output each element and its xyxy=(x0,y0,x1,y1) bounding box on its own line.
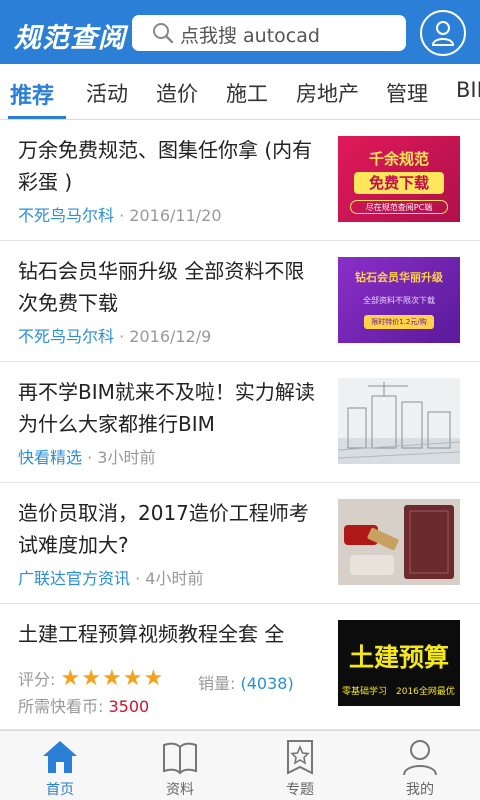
app-logo[interactable]: 规范查阅 xyxy=(14,16,126,55)
nav-mine[interactable]: 我的 xyxy=(360,731,480,800)
article-thumbnail[interactable] xyxy=(338,499,460,585)
book-icon xyxy=(163,742,197,775)
tab-real-estate[interactable]: 房地产 xyxy=(296,78,359,108)
tab-cost[interactable]: 造价 xyxy=(156,78,198,108)
article-thumbnail[interactable]: 千余规范 免费下载 尽在规范查阅PC端 xyxy=(338,136,460,222)
search-icon xyxy=(152,22,174,48)
article-time: 4小时前 xyxy=(145,569,204,588)
nav-topics-label: 专题 xyxy=(286,782,314,798)
article-title[interactable]: 再不学BIM就来不及啦！实力解读为什么大家都推行BIM xyxy=(18,376,318,440)
product-rating: 评分: ★★★★★ xyxy=(18,666,164,691)
bottom-navigation: 首页 资料 专题 我的 xyxy=(0,730,480,800)
article-author[interactable]: 广联达官方资讯 xyxy=(18,569,130,588)
user-avatar-button[interactable] xyxy=(420,10,466,56)
thumb-caption: 2016全网最优 xyxy=(396,687,455,697)
meta-separator: · xyxy=(87,448,98,467)
tab-construction[interactable]: 施工 xyxy=(226,78,268,108)
article-time: 2016/12/9 xyxy=(129,327,212,346)
meta-separator: · xyxy=(135,569,146,588)
article-item[interactable]: 钻石会员华丽升级 全部资料不限次免费下载 不死鸟马尔科 · 2016/12/9 … xyxy=(0,241,480,362)
tab-activities[interactable]: 活动 xyxy=(86,78,128,108)
article-item[interactable]: 万余免费规范、图集任你拿 (内有彩蛋 ) 不死鸟马尔科 · 2016/11/20… xyxy=(0,120,480,241)
thumb-text-primary: 千余规范 xyxy=(368,150,429,168)
home-icon xyxy=(43,741,77,773)
article-time: 3小时前 xyxy=(97,448,156,467)
star-icon: ★ xyxy=(122,666,144,691)
nav-home[interactable]: 首页 xyxy=(0,731,120,800)
thumb-text-primary: 土建预算 xyxy=(348,643,449,672)
article-thumbnail[interactable] xyxy=(338,378,460,464)
nav-mine-label: 我的 xyxy=(406,782,434,798)
article-meta: 不死鸟马尔科 · 2016/11/20 xyxy=(18,202,222,226)
profile-icon xyxy=(403,740,437,776)
article-meta: 快看精选 · 3小时前 xyxy=(18,444,155,468)
star-icon: ★ xyxy=(143,666,165,691)
article-item[interactable]: 再不学BIM就来不及啦！实力解读为什么大家都推行BIM 快看精选 · 3小时前 xyxy=(0,362,480,483)
price-label: 所需快看币: xyxy=(18,697,104,716)
article-author[interactable]: 不死鸟马尔科 xyxy=(18,206,114,225)
thumb-caption: 尽在规范查阅PC端 xyxy=(350,200,448,214)
nav-home-label: 首页 xyxy=(46,782,74,798)
article-thumbnail[interactable]: 钻石会员华丽升级 全部资料不限次下载 限时特价1.2元/购 xyxy=(338,257,460,343)
thumb-text-primary: 钻石会员华丽升级 xyxy=(355,271,443,284)
search-bar[interactable]: 点我搜 autocad xyxy=(132,15,406,51)
article-meta: 不死鸟马尔科 · 2016/12/9 xyxy=(18,323,211,347)
topic-icon xyxy=(287,740,313,775)
article-feed[interactable]: 万余免费规范、图集任你拿 (内有彩蛋 ) 不死鸟马尔科 · 2016/11/20… xyxy=(0,120,480,730)
category-tabs: 推荐 活动 造价 施工 房地产 管理 BIM xyxy=(0,64,480,120)
product-sales: 销量: (4038) xyxy=(198,670,294,694)
tab-bim[interactable]: BIM xyxy=(456,78,480,102)
building-sketch-image xyxy=(338,382,460,464)
article-title[interactable]: 钻石会员华丽升级 全部资料不限次免费下载 xyxy=(18,255,318,319)
nav-materials-label: 资料 xyxy=(166,782,194,798)
product-thumbnail[interactable]: 土建预算 零基础学习 2016全网最优 xyxy=(338,620,460,706)
sales-value: (4038) xyxy=(240,674,294,693)
article-author[interactable]: 快看精选 xyxy=(18,448,82,467)
article-title[interactable]: 造价员取消，2017造价工程师考试难度加大? xyxy=(18,497,318,561)
thumb-text-secondary: 零基础学习 xyxy=(342,687,388,697)
search-placeholder: 点我搜 autocad xyxy=(180,25,320,47)
meta-separator: · xyxy=(119,327,130,346)
tab-recommended[interactable]: 推荐 xyxy=(10,78,54,110)
nav-topics[interactable]: 专题 xyxy=(240,731,360,800)
star-icon: ★ xyxy=(101,666,123,691)
app-header: 规范查阅 点我搜 autocad xyxy=(0,0,480,64)
star-icon: ★ xyxy=(81,666,102,691)
price-value: 3500 xyxy=(108,697,150,716)
meta-separator: · xyxy=(119,206,130,225)
sales-label: 销量: xyxy=(198,674,236,693)
product-price: 所需快看币: 3500 xyxy=(18,693,149,717)
article-time: 2016/11/20 xyxy=(129,206,222,225)
thumb-caption: 限时特价1.2元/购 xyxy=(364,315,434,329)
article-meta: 广联达官方资讯 · 4小时前 xyxy=(18,565,203,589)
thumb-text-secondary: 免费下载 xyxy=(354,172,444,194)
star-icon: ★ xyxy=(60,666,82,691)
article-title[interactable]: 万余免费规范、图集任你拿 (内有彩蛋 ) xyxy=(18,134,318,198)
user-icon xyxy=(431,21,455,46)
nav-materials[interactable]: 资料 xyxy=(120,731,240,800)
article-item[interactable]: 造价员取消，2017造价工程师考试难度加大? 广联达官方资讯 · 4小时前 xyxy=(0,483,480,604)
certificate-photo-image xyxy=(338,499,460,585)
active-tab-indicator xyxy=(8,116,66,119)
tab-management[interactable]: 管理 xyxy=(386,78,428,108)
product-title[interactable]: 土建工程预算视频教程全套 全 xyxy=(18,618,318,650)
article-author[interactable]: 不死鸟马尔科 xyxy=(18,327,114,346)
rating-label: 评分: xyxy=(18,670,56,689)
product-item[interactable]: 土建工程预算视频教程全套 全 评分: ★★★★★ 销量: (4038) 所需快看… xyxy=(0,604,480,730)
thumb-text-secondary: 全部资料不限次下载 xyxy=(363,296,435,305)
